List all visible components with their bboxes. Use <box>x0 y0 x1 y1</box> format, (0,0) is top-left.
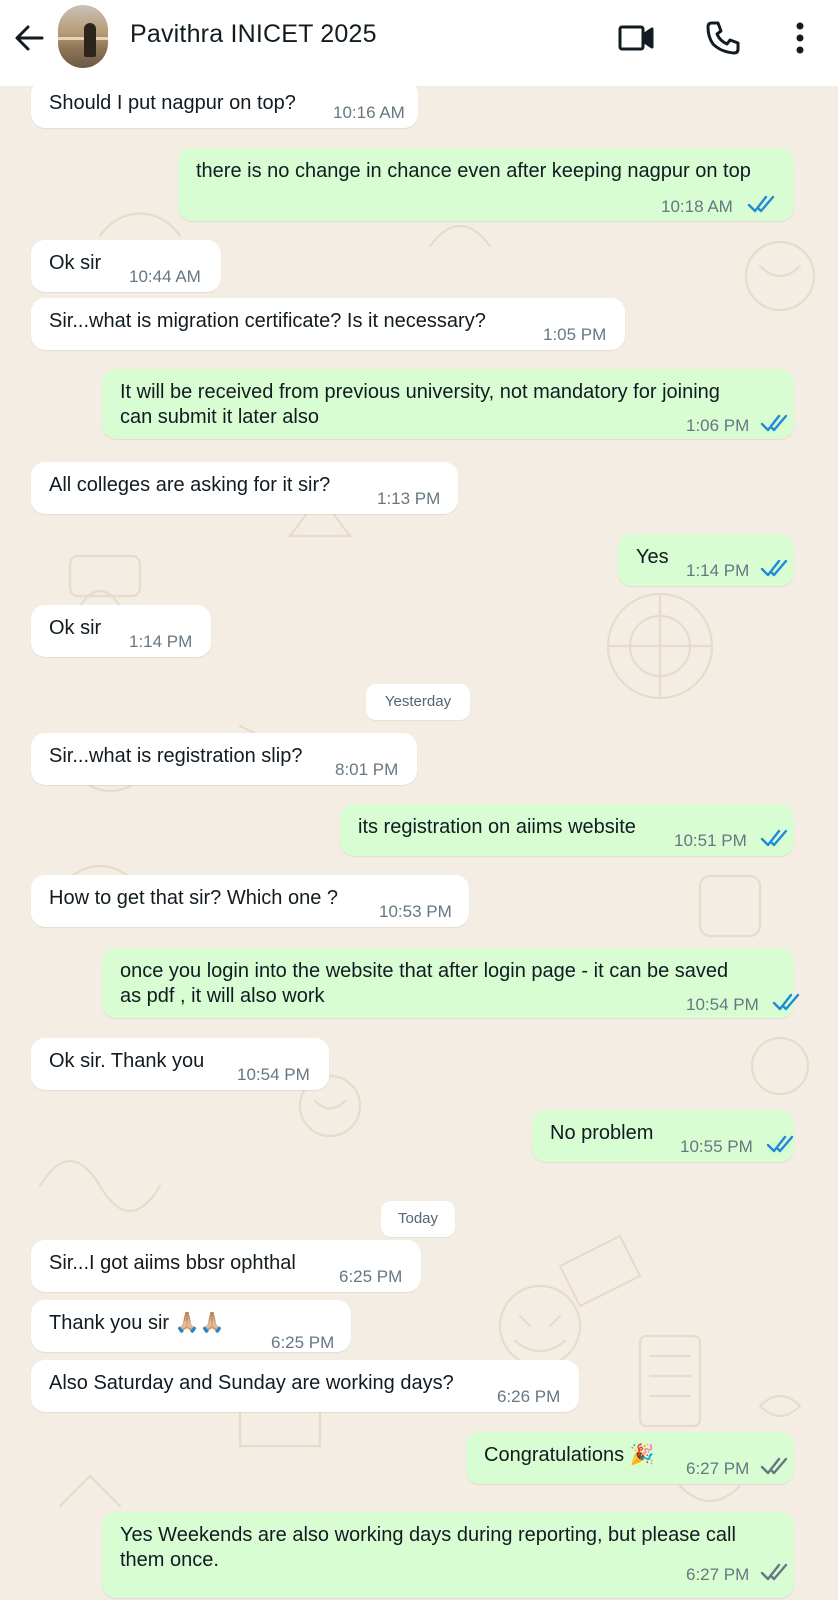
delivered-receipt-icon <box>760 1561 790 1583</box>
incoming-message[interactable]: Ok sir. Thank you 10:54 PM <box>31 1038 329 1090</box>
incoming-message[interactable]: Sir...what is registration slip? 8:01 PM <box>31 733 417 785</box>
message-text: its registration on aiims website <box>358 816 636 838</box>
delivered-receipt-icon <box>760 1455 790 1477</box>
incoming-message[interactable]: Should I put nagpur on top? 10:16 AM <box>31 80 418 128</box>
incoming-message[interactable]: Also Saturday and Sunday are working day… <box>31 1360 579 1412</box>
message-timestamp: 6:25 PM <box>271 1333 335 1352</box>
avatar[interactable] <box>58 5 108 68</box>
message-timestamp: 10:18 AM <box>661 197 733 216</box>
message-text: Yes <box>636 546 669 568</box>
phone-call-icon[interactable] <box>703 18 743 58</box>
message-text: Ok sir <box>49 617 102 639</box>
message-text: there is no change in chance even after … <box>196 160 751 182</box>
message-timestamp: 1:06 PM <box>686 416 750 435</box>
outgoing-message[interactable]: once you login into the website that aft… <box>102 948 800 1018</box>
outgoing-message[interactable]: Yes 1:14 PM <box>618 534 794 586</box>
message-text: Ok sir <box>49 252 102 274</box>
read-receipt-icon <box>766 1133 796 1155</box>
message-timestamp: 10:53 PM <box>379 902 452 921</box>
back-arrow-icon[interactable] <box>12 20 48 56</box>
contact-name[interactable]: Pavithra INICET 2025 <box>130 20 377 49</box>
message-emoji: 🎉 <box>624 1444 655 1467</box>
message-text: Sir...what is migration certificate? Is … <box>49 310 486 332</box>
message-timestamp: 10:54 PM <box>686 995 759 1014</box>
message-timestamp: 6:25 PM <box>339 1267 403 1286</box>
message-timestamp: 6:27 PM <box>686 1565 750 1584</box>
read-receipt-icon <box>772 991 802 1013</box>
more-options-icon[interactable] <box>780 18 820 58</box>
message-text: Also Saturday and Sunday are working day… <box>49 1372 454 1394</box>
message-text: Sir...I got aiims bbsr ophthal <box>49 1252 296 1274</box>
message-timestamp: 10:54 PM <box>237 1065 310 1084</box>
message-emoji: 🙏🏼🙏🏼 <box>169 1312 225 1335</box>
message-timestamp: 10:55 PM <box>680 1137 753 1156</box>
message-timestamp: 1:13 PM <box>377 489 441 508</box>
message-text: No problem <box>550 1122 654 1144</box>
chat-header: Pavithra INICET 2025 <box>0 0 838 86</box>
message-text: It will be received from previous univer… <box>120 381 720 428</box>
message-text: Ok sir. Thank you <box>49 1050 205 1072</box>
message-text: How to get that sir? Which one ? <box>49 887 339 909</box>
message-text: once you login into the website that aft… <box>120 960 729 1007</box>
message-timestamp: 6:27 PM <box>686 1459 750 1478</box>
incoming-message[interactable]: How to get that sir? Which one ? 10:53 PM <box>31 875 469 927</box>
read-receipt-icon <box>747 193 777 215</box>
message-text: All colleges are asking for it sir? <box>49 474 331 496</box>
incoming-message[interactable]: Thank you sir 🙏🏼🙏🏼 6:25 PM <box>31 1300 351 1352</box>
incoming-message[interactable]: Sir...what is migration certificate? Is … <box>31 298 625 350</box>
message-text: Thank you sir 🙏🏼🙏🏼 <box>49 1312 225 1335</box>
outgoing-message[interactable]: there is no change in chance even after … <box>178 148 794 221</box>
message-timestamp: 10:51 PM <box>674 831 747 850</box>
message-timestamp: 8:01 PM <box>335 760 399 779</box>
incoming-message[interactable]: Ok sir 10:44 AM <box>31 240 221 292</box>
outgoing-message[interactable]: It will be received from previous univer… <box>102 369 794 439</box>
incoming-message[interactable]: Ok sir 1:14 PM <box>31 605 211 657</box>
message-timestamp: 1:14 PM <box>686 561 750 580</box>
message-timestamp: 10:44 AM <box>129 267 201 286</box>
outgoing-message[interactable]: No problem 10:55 PM <box>532 1110 794 1162</box>
message-timestamp: 1:05 PM <box>543 325 607 344</box>
date-separator: Today <box>381 1201 455 1237</box>
outgoing-message[interactable]: Yes Weekends are also working days durin… <box>102 1512 794 1598</box>
read-receipt-icon <box>760 557 790 579</box>
message-timestamp: 10:16 AM <box>333 103 405 122</box>
message-text: Should I put nagpur on top? <box>49 92 296 114</box>
outgoing-message[interactable]: Congratulations 🎉 6:27 PM <box>466 1432 794 1484</box>
incoming-message[interactable]: All colleges are asking for it sir? 1:13 … <box>31 462 458 514</box>
message-text: Congratulations 🎉 <box>484 1444 655 1467</box>
message-text: Sir...what is registration slip? <box>49 745 303 767</box>
message-timestamp: 6:26 PM <box>497 1387 561 1406</box>
read-receipt-icon <box>760 412 790 434</box>
date-separator: Yesterday <box>366 684 470 720</box>
outgoing-message[interactable]: its registration on aiims website 10:51 P… <box>340 804 794 856</box>
read-receipt-icon <box>760 827 790 849</box>
message-text: Yes Weekends are also working days durin… <box>120 1524 736 1571</box>
message-timestamp: 1:14 PM <box>129 632 193 651</box>
video-call-icon[interactable] <box>616 18 656 58</box>
incoming-message[interactable]: Sir...I got aiims bbsr ophthal 6:25 PM <box>31 1240 421 1292</box>
